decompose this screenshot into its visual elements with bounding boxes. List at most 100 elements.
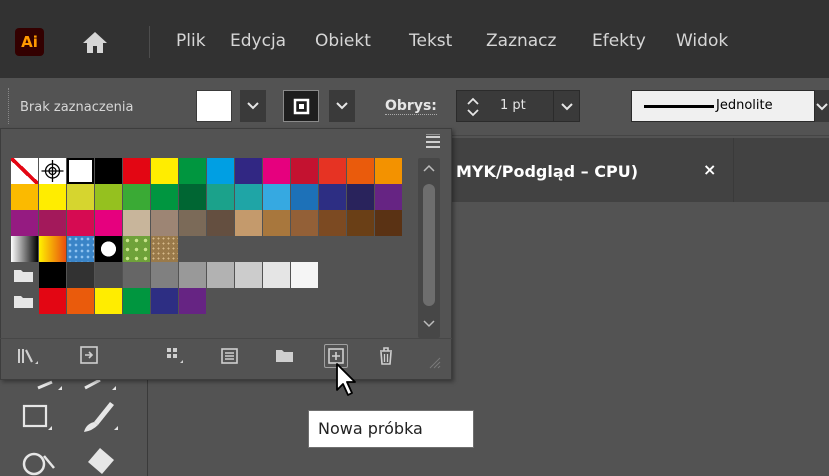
color-swatch[interactable] — [11, 210, 38, 236]
color-swatch[interactable] — [39, 288, 66, 314]
color-swatch[interactable] — [151, 158, 178, 184]
new-color-group-icon[interactable] — [218, 344, 242, 368]
control-bar-grip[interactable] — [8, 88, 11, 124]
color-swatch[interactable] — [95, 210, 122, 236]
color-swatch[interactable] — [39, 210, 66, 236]
color-swatch[interactable] — [179, 210, 206, 236]
menu-item-widok[interactable]: Widok — [676, 31, 728, 51]
color-swatch[interactable] — [179, 158, 206, 184]
color-swatch[interactable] — [319, 184, 346, 210]
registration-swatch[interactable] — [39, 158, 66, 184]
color-swatch[interactable] — [67, 288, 94, 314]
menu-item-edycja[interactable]: Edycja — [230, 31, 286, 51]
color-swatch[interactable] — [347, 210, 374, 236]
color-swatch[interactable] — [179, 184, 206, 210]
color-swatch[interactable] — [235, 262, 262, 288]
color-swatch[interactable] — [235, 210, 262, 236]
resize-grip-icon[interactable] — [428, 356, 452, 380]
color-swatch[interactable] — [263, 158, 290, 184]
color-swatch[interactable] — [263, 210, 290, 236]
swatch-options-icon[interactable] — [163, 344, 187, 368]
scroll-down-icon[interactable] — [423, 320, 435, 328]
color-swatch[interactable] — [235, 158, 262, 184]
color-swatch[interactable] — [291, 262, 318, 288]
color-swatch[interactable] — [207, 210, 234, 236]
panel-menu-icon[interactable] — [424, 133, 442, 150]
color-swatch[interactable] — [291, 210, 318, 236]
home-icon[interactable] — [80, 28, 110, 56]
color-swatch[interactable] — [291, 184, 318, 210]
document-tab-title[interactable]: MYK/Podgląd – CPU) — [456, 162, 638, 181]
folder-swatch[interactable] — [11, 262, 38, 288]
fill-color-swatch[interactable] — [196, 90, 232, 122]
rectangle-tool-icon[interactable] — [22, 402, 54, 436]
show-kind-icon[interactable] — [78, 344, 102, 368]
color-swatch[interactable] — [179, 288, 206, 314]
color-swatch[interactable] — [67, 184, 94, 210]
folder-swatch[interactable] — [11, 288, 38, 314]
color-swatch[interactable] — [319, 158, 346, 184]
color-swatch[interactable] — [151, 210, 178, 236]
color-swatch[interactable] — [375, 184, 402, 210]
eraser-tool-icon[interactable] — [80, 446, 120, 476]
scroll-up-icon[interactable] — [423, 164, 435, 172]
menu-item-zaznacz[interactable]: Zaznacz — [486, 31, 556, 51]
color-swatch[interactable] — [11, 184, 38, 210]
menu-item-obiekt[interactable]: Obiekt — [315, 31, 371, 51]
stroke-weight-chevron-icon[interactable] — [560, 102, 574, 112]
color-swatch[interactable] — [347, 158, 374, 184]
color-swatch[interactable] — [95, 262, 122, 288]
pattern-texture-swatch[interactable] — [151, 236, 178, 262]
color-swatch[interactable] — [207, 262, 234, 288]
color-swatch[interactable] — [123, 262, 150, 288]
color-swatch[interactable] — [235, 184, 262, 210]
fill-dropdown-chevron-icon[interactable] — [240, 90, 266, 122]
color-swatch[interactable] — [207, 158, 234, 184]
color-swatch[interactable] — [123, 210, 150, 236]
stroke-label[interactable]: Obrys: — [385, 98, 437, 115]
color-swatch[interactable] — [95, 158, 122, 184]
gradient-bw-swatch[interactable] — [11, 236, 38, 262]
pattern-blue-swatch[interactable] — [67, 236, 94, 262]
menu-item-plik[interactable]: Plik — [176, 31, 206, 51]
color-swatch[interactable] — [291, 158, 318, 184]
color-swatch[interactable] — [67, 210, 94, 236]
color-swatch[interactable] — [375, 158, 402, 184]
none-swatch[interactable] — [11, 158, 38, 184]
gradient-orange-swatch[interactable] — [39, 236, 66, 262]
paintbrush-tool-icon[interactable] — [80, 400, 120, 438]
scrollbar-thumb[interactable] — [423, 184, 435, 306]
color-swatch[interactable] — [151, 262, 178, 288]
shaper-tool-icon[interactable] — [20, 446, 60, 476]
pattern-leaf-swatch[interactable] — [123, 236, 150, 262]
color-swatch[interactable] — [347, 184, 374, 210]
color-swatch[interactable] — [95, 288, 122, 314]
stroke-color-swatch[interactable] — [283, 90, 319, 122]
stroke-dropdown-chevron-icon[interactable] — [329, 90, 355, 122]
color-swatch[interactable] — [151, 288, 178, 314]
color-swatch[interactable] — [67, 262, 94, 288]
color-swatch[interactable] — [67, 158, 94, 184]
color-swatch[interactable] — [375, 210, 402, 236]
stroke-style-chevron-icon[interactable] — [815, 90, 829, 122]
color-swatch[interactable] — [123, 288, 150, 314]
color-swatch[interactable] — [123, 158, 150, 184]
menu-item-efekty[interactable]: Efekty — [592, 31, 646, 51]
delete-swatch-icon[interactable] — [374, 344, 398, 368]
menu-item-tekst[interactable]: Tekst — [409, 31, 452, 51]
color-swatch[interactable] — [319, 210, 346, 236]
stepper-arrows-icon[interactable] — [465, 96, 481, 118]
color-swatch[interactable] — [39, 262, 66, 288]
color-swatch[interactable] — [263, 184, 290, 210]
color-swatch[interactable] — [179, 262, 206, 288]
pattern-dots-swatch[interactable] — [95, 236, 122, 262]
color-swatch[interactable] — [39, 184, 66, 210]
close-tab-icon[interactable]: × — [703, 160, 716, 179]
color-swatch[interactable] — [263, 262, 290, 288]
color-swatch[interactable] — [95, 184, 122, 210]
color-swatch[interactable] — [151, 184, 178, 210]
color-swatch[interactable] — [123, 184, 150, 210]
folder-icon[interactable] — [273, 344, 297, 368]
color-swatch[interactable] — [207, 184, 234, 210]
swatch-libraries-icon[interactable] — [16, 344, 40, 368]
